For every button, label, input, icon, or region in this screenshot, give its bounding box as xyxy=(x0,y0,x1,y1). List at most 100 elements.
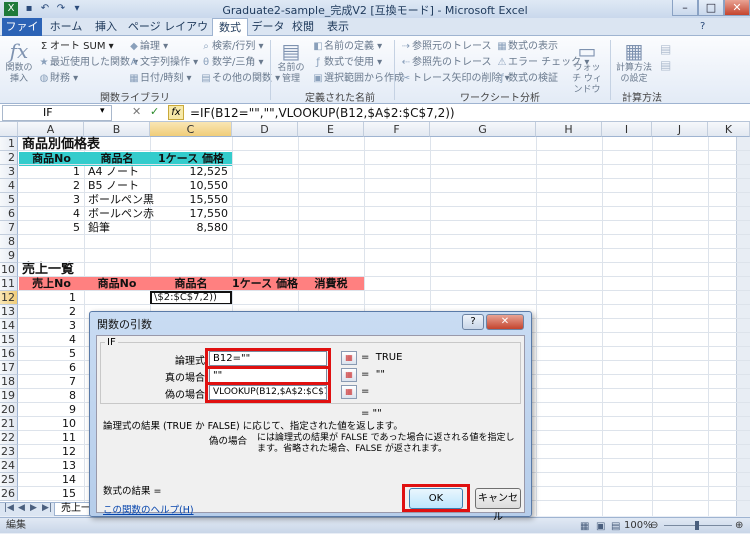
column-header[interactable]: H xyxy=(536,122,602,137)
sales-no-cell[interactable]: 5 xyxy=(19,347,76,361)
minimize-button[interactable]: – xyxy=(672,0,698,16)
insert-function-button[interactable]: fx 関数の挿入 xyxy=(4,39,34,85)
row-header[interactable]: 8 xyxy=(0,235,18,249)
sheet-nav-first-icon[interactable]: |◀ xyxy=(4,503,14,513)
product-name-cell[interactable]: ボールペン赤 xyxy=(88,207,154,221)
trace-precedents-button[interactable]: ⇢ 参照元のトレース xyxy=(400,40,492,54)
sales-no-cell[interactable]: 1 xyxy=(19,291,76,305)
normal-view-icon[interactable]: ▦ xyxy=(580,519,589,534)
row-header[interactable]: 10 xyxy=(0,263,18,277)
name-box-dropdown-icon[interactable]: ▾ xyxy=(100,106,105,116)
row-header[interactable]: 16 xyxy=(0,347,18,361)
product-no-cell[interactable]: 5 xyxy=(19,221,80,235)
column-header[interactable]: F xyxy=(364,122,430,137)
sales-no-cell[interactable]: 12 xyxy=(19,445,76,459)
dialog-help-button[interactable]: ? xyxy=(462,314,484,330)
product-no-cell[interactable]: 2 xyxy=(19,179,80,193)
page-layout-view-icon[interactable]: ▣ xyxy=(596,519,605,534)
sales-no-cell[interactable]: 13 xyxy=(19,459,76,473)
vertical-scrollbar[interactable] xyxy=(736,137,750,516)
row-header[interactable]: 9 xyxy=(0,249,18,263)
financial-button[interactable]: ◍ 財務 ▾ xyxy=(38,72,79,86)
calc-options-button[interactable]: ▦ 計算方法の設定 xyxy=(614,39,654,85)
tab-insert[interactable]: 挿入 xyxy=(90,18,122,36)
sales-no-cell[interactable]: 9 xyxy=(19,403,76,417)
zoom-out-icon[interactable]: ⊖ xyxy=(650,518,658,533)
dialog-close-button[interactable]: ✕ xyxy=(486,314,524,330)
product-price-cell[interactable]: 12,525 xyxy=(150,165,229,179)
product-no-cell[interactable]: 3 xyxy=(19,193,80,207)
sheet-nav-prev-icon[interactable]: ◀ xyxy=(18,503,25,513)
zoom-in-icon[interactable]: ⊕ xyxy=(735,518,743,533)
watch-window-button[interactable]: ▭ ウォッチ ウィンドウ xyxy=(570,39,604,96)
product-no-cell[interactable]: 1 xyxy=(19,165,80,179)
name-manager-button[interactable]: ▤ 名前の管理 xyxy=(274,39,308,85)
row-header[interactable]: 17 xyxy=(0,361,18,375)
product-price-cell[interactable]: 17,550 xyxy=(150,207,229,221)
insert-function-fx-icon[interactable]: fx xyxy=(168,105,184,120)
sales-no-cell[interactable]: 10 xyxy=(19,417,76,431)
row-header[interactable]: 26 xyxy=(0,487,18,501)
sales-no-cell[interactable]: 3 xyxy=(19,319,76,333)
tab-file[interactable]: ファイル xyxy=(2,18,42,51)
product-no-cell[interactable]: 4 xyxy=(19,207,80,221)
tab-view[interactable]: 表示 xyxy=(322,18,354,36)
row-header[interactable]: 12 xyxy=(0,291,18,305)
close-window-button[interactable]: ✕ xyxy=(724,0,750,16)
tab-home[interactable]: ホーム xyxy=(46,18,86,36)
cancel-edit-icon[interactable]: ✕ xyxy=(132,105,141,118)
row-header[interactable]: 19 xyxy=(0,389,18,403)
product-price-cell[interactable]: 15,550 xyxy=(150,193,229,207)
remove-arrows-button[interactable]: ✂ トレース矢印の削除 ▾ xyxy=(400,72,510,86)
column-header[interactable]: G xyxy=(430,122,536,137)
collapse-range-icon[interactable]: ▦ xyxy=(341,351,357,365)
maximize-button[interactable]: □ xyxy=(698,0,724,16)
collapse-range-icon[interactable]: ▦ xyxy=(341,385,357,399)
formula-input[interactable]: =IF(B12="","",VLOOKUP(B12,$A$2:$C$7,2)) xyxy=(188,105,748,121)
define-name-button[interactable]: ◧名前の定義 ▾ xyxy=(312,40,382,54)
column-header[interactable]: C xyxy=(150,122,232,137)
row-header[interactable]: 5 xyxy=(0,193,18,207)
enter-icon[interactable]: ✓ xyxy=(150,105,159,118)
row-header[interactable]: 14 xyxy=(0,319,18,333)
product-price-cell[interactable]: 10,550 xyxy=(150,179,229,193)
product-price-cell[interactable]: 8,580 xyxy=(150,221,229,235)
cancel-button[interactable]: キャンセル xyxy=(475,488,521,523)
row-header[interactable]: 23 xyxy=(0,445,18,459)
more-functions-button[interactable]: ▤その他の関数 ▾ xyxy=(200,72,280,86)
row-header[interactable]: 18 xyxy=(0,375,18,389)
column-header[interactable]: K xyxy=(708,122,750,137)
lookup-button[interactable]: ⌕ 検索/行列 ▾ xyxy=(200,40,263,54)
row-header[interactable]: 24 xyxy=(0,459,18,473)
sales-no-cell[interactable]: 7 xyxy=(19,375,76,389)
product-name-cell[interactable]: B5 ノート xyxy=(88,179,150,193)
sales-no-cell[interactable]: 4 xyxy=(19,333,76,347)
column-header[interactable]: A xyxy=(18,122,84,137)
tab-data[interactable]: データ xyxy=(250,18,286,36)
sales-no-cell[interactable]: 6 xyxy=(19,361,76,375)
trace-dependents-button[interactable]: ⇠ 参照先のトレース xyxy=(400,56,492,70)
active-cell-c12[interactable]: \$2:$C$7,2)) xyxy=(150,291,232,305)
tab-formulas[interactable]: 数式 xyxy=(212,18,248,37)
row-header[interactable]: 20 xyxy=(0,403,18,417)
collapse-range-icon[interactable]: ▦ xyxy=(341,368,357,382)
product-name-cell[interactable]: ボールペン黒 xyxy=(88,193,154,207)
row-header[interactable]: 25 xyxy=(0,473,18,487)
select-all-corner[interactable] xyxy=(0,122,18,137)
sales-no-cell[interactable]: 2 xyxy=(19,305,76,319)
datetime-button[interactable]: ▦日付/時刻 ▾ xyxy=(128,72,191,86)
row-header[interactable]: 4 xyxy=(0,179,18,193)
zoom-level[interactable]: 100% xyxy=(624,518,653,533)
logical-button[interactable]: ◆ 論理 ▾ xyxy=(128,40,168,54)
math-button[interactable]: θ 数学/三角 ▾ xyxy=(200,56,264,70)
product-name-cell[interactable]: A4 ノート xyxy=(88,165,150,179)
row-header[interactable]: 22 xyxy=(0,431,18,445)
tab-page-layout[interactable]: ページ レイアウト xyxy=(126,18,210,51)
row-header[interactable]: 7 xyxy=(0,221,18,235)
zoom-slider-thumb[interactable] xyxy=(695,521,699,530)
text-functions-button[interactable]: A 文字列操作 ▾ xyxy=(128,56,199,70)
column-header[interactable]: E xyxy=(298,122,364,137)
sheet-nav-last-icon[interactable]: ▶| xyxy=(42,503,52,513)
tab-review[interactable]: 校閲 xyxy=(288,18,318,36)
page-break-view-icon[interactable]: ▤ xyxy=(611,519,620,534)
